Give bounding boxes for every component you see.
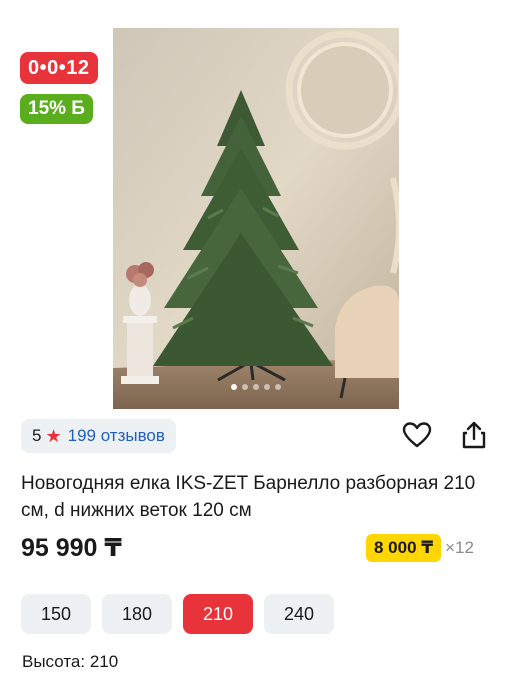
- size-option-150[interactable]: 150: [21, 594, 91, 634]
- rating-score: 5: [32, 426, 42, 445]
- product-photo[interactable]: [113, 28, 399, 409]
- height-spec: Высота: 210: [22, 652, 119, 671]
- heart-outline-icon: [402, 421, 432, 454]
- share-button[interactable]: [457, 420, 491, 454]
- reviews-link[interactable]: 199 отзывов: [68, 426, 165, 446]
- star-icon: ★: [45, 426, 62, 446]
- share-icon: [459, 420, 489, 455]
- size-option-240[interactable]: 240: [264, 594, 334, 634]
- size-option-210[interactable]: 210: [183, 594, 253, 634]
- size-option-180[interactable]: 180: [102, 594, 172, 634]
- installment-offer[interactable]: 8 000 ₸ ×12: [366, 534, 474, 562]
- size-selector: 150 180 210 240: [21, 594, 334, 634]
- favorite-button[interactable]: [400, 420, 434, 454]
- product-price: 95 990 ₸: [21, 534, 122, 562]
- discount-badge: 15% Б: [20, 94, 93, 124]
- product-title: Новогодняя елка IKS-ZET Барнелло разборн…: [21, 473, 476, 521]
- rating-chip[interactable]: 5 ★ 199 отзывов: [21, 419, 176, 453]
- timer-badge: 0•0•12: [20, 52, 98, 84]
- installment-amount: 8 000 ₸: [366, 534, 442, 562]
- installment-months: ×12: [445, 538, 474, 557]
